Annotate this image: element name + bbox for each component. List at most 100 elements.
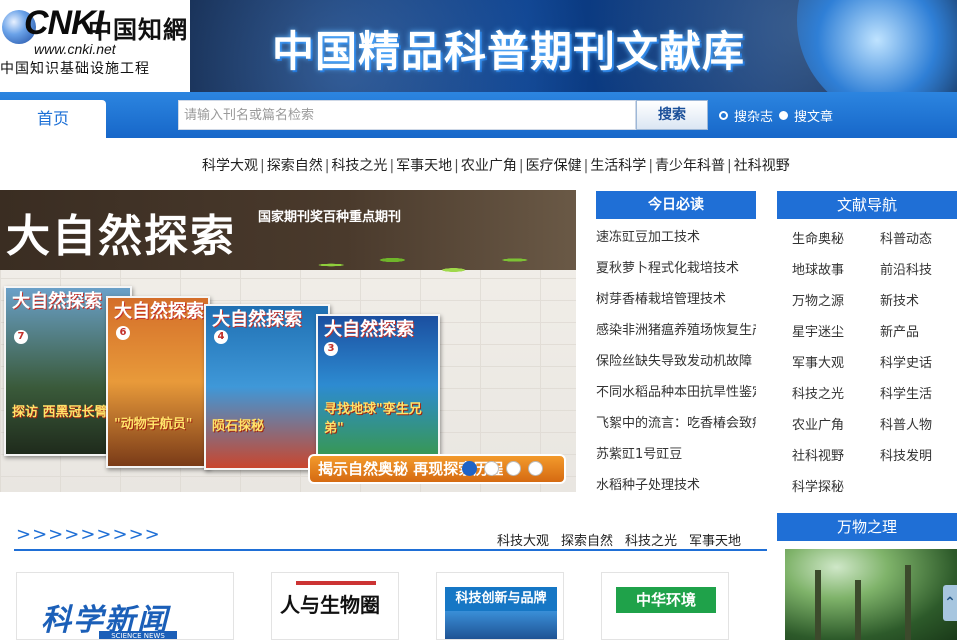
lit-nav-item[interactable]: 科学生活 [880, 383, 957, 402]
today-item[interactable]: 飞絮中的流言：吃香椿会致癌 [596, 412, 756, 443]
carousel-dot[interactable] [462, 461, 477, 476]
lit-nav-item[interactable]: 新产品 [880, 321, 957, 340]
issue-number: 7 [14, 330, 28, 344]
category-link[interactable]: 探索自然 [267, 158, 323, 174]
thumbnail-image [445, 611, 557, 639]
magazine-tagline: 陨石探秘 [212, 419, 265, 434]
carousel-dots [462, 461, 543, 476]
category-links: 科学大观 | 探索自然 | 科技之光 | 军事天地 | 农业广角 | 医疗保健 | 生活科学 | 青少年科普… [202, 155, 957, 175]
lit-nav-item[interactable]: 科普人物 [880, 414, 957, 433]
lit-nav-item[interactable]: 地球故事 [792, 259, 880, 278]
thumbnail-title: 人与生物圈 [280, 593, 380, 617]
hero-subtitle: 国家期刊奖百种重点期刊 [258, 210, 402, 225]
search-button[interactable]: 搜索 [636, 100, 708, 130]
search-input[interactable] [179, 101, 635, 129]
lit-nav-item[interactable]: 军事大观 [792, 352, 880, 371]
today-item[interactable]: 不同水稻品种本田抗旱性鉴定 [596, 381, 756, 412]
separator: | [727, 158, 732, 174]
magazine-cover[interactable]: 大自然探索 6 "动物宇航员" [106, 296, 210, 468]
today-item[interactable]: 夏秋萝卜程式化栽培技术 [596, 257, 756, 288]
today-heading: 今日必读 [596, 191, 756, 219]
wanwu-heading: 万物之理 [777, 513, 957, 541]
lit-nav-item[interactable]: 科技之光 [792, 383, 880, 402]
logo-area[interactable]: CNKI 中国知網 www.cnki.net 中国知识基础设施工程 [0, 0, 190, 92]
bottom-tab[interactable]: 科技之光 [625, 530, 677, 549]
leaves-decoration [270, 240, 576, 290]
category-link[interactable]: 军事天地 [396, 158, 452, 174]
bottom-tabs: 科技大观 探索自然 科技之光 军事天地 [497, 530, 741, 549]
forest-image[interactable] [785, 549, 957, 640]
category-link[interactable]: 医疗保健 [526, 158, 582, 174]
category-link[interactable]: 科学大观 [202, 158, 258, 174]
hero-title: 大自然探索 [6, 211, 236, 262]
magazine-thumbnail[interactable]: 科学新闻 SCIENCE NEWS [16, 572, 234, 640]
magazine-tagline: 探访 西黑冠长臂猿 [12, 405, 121, 420]
radio-search-articles[interactable]: 搜文章 [779, 106, 833, 125]
hero-carousel[interactable]: 大自然探索 国家期刊奖百种重点期刊 大自然探索 7 探访 西黑冠长臂猿 大自然探… [0, 190, 576, 492]
lit-nav-item[interactable]: 农业广角 [792, 414, 880, 433]
today-item[interactable]: 速冻豇豆加工技术 [596, 226, 756, 257]
logo-chinese: 中国知網 [88, 15, 188, 44]
tree-trunk [815, 570, 821, 640]
separator: | [454, 158, 459, 174]
thumbnail-title: 科技创新与品牌 [445, 587, 557, 611]
bottom-tab[interactable]: 科技大观 [497, 530, 549, 549]
lit-nav-item[interactable]: 科技发明 [880, 445, 957, 464]
magazine-cover[interactable]: 大自然探索 4 陨石探秘 [204, 304, 330, 470]
carousel-dot[interactable] [484, 461, 499, 476]
carousel-dot[interactable] [506, 461, 521, 476]
separator: | [583, 158, 589, 174]
lit-nav-item[interactable]: 新技术 [880, 290, 957, 309]
lit-nav-item[interactable]: 科普动态 [880, 228, 957, 247]
lit-nav-item[interactable]: 万物之源 [792, 290, 880, 309]
issue-number: 3 [324, 342, 338, 356]
category-link[interactable]: 农业广角 [461, 158, 517, 174]
today-item[interactable]: 苏紫豇1号豇豆 [596, 443, 756, 474]
page: CNKI 中国知網 www.cnki.net 中国知识基础设施工程 中国精品科普… [0, 0, 957, 640]
separator: | [518, 158, 524, 174]
magazine-cover[interactable]: 大自然探索 3 寻找地球"孪生兄弟" [316, 314, 440, 472]
issue-number: 4 [214, 330, 228, 344]
category-link[interactable]: 生活科学 [590, 158, 646, 174]
today-item[interactable]: 保险丝缺失导致发动机故障 [596, 350, 756, 381]
lit-nav-item[interactable]: 生命奥秘 [792, 228, 880, 247]
issue-number: 6 [116, 326, 130, 340]
today-list: 速冻豇豆加工技术 夏秋萝卜程式化栽培技术 树芽香椿栽培管理技术 感染非洲猪瘟养殖… [596, 226, 756, 505]
magazine-name: 大自然探索 [324, 319, 414, 340]
radio-search-magazines[interactable]: 搜杂志 [719, 106, 773, 125]
header-banner: CNKI 中国知網 www.cnki.net 中国知识基础设施工程 中国精品科普… [0, 0, 957, 92]
today-item[interactable]: 感染非洲猪瘟养殖场恢复生产 [596, 319, 756, 350]
magazine-thumbnail[interactable]: 人与生物圈 [271, 572, 399, 640]
today-item[interactable]: 水稻种子处理技术 [596, 474, 756, 505]
magazine-name: 大自然探索 [114, 301, 204, 322]
magazine-tagline: "动物宇航员" [114, 417, 193, 432]
carousel-dot[interactable] [528, 461, 543, 476]
magazine-thumbnail[interactable]: 科技创新与品牌 [436, 572, 564, 640]
category-link[interactable]: 社科视野 [734, 158, 790, 174]
magazine-thumbnail[interactable]: 中华环境 [601, 572, 729, 640]
separator: | [260, 158, 265, 174]
thumbnail-subtitle: SCIENCE NEWS [99, 631, 177, 639]
bottom-tab[interactable]: 军事天地 [689, 530, 741, 549]
today-item[interactable]: 树芽香椿栽培管理技术 [596, 288, 756, 319]
lit-nav-item[interactable]: 星宇迷尘 [792, 321, 880, 340]
lit-nav-item[interactable]: 社科视野 [792, 445, 880, 464]
thumbnail-title: 中华环境 [616, 587, 716, 613]
category-link[interactable]: 科技之光 [331, 158, 387, 174]
search-box [178, 100, 636, 130]
radio-circle-icon [779, 111, 788, 120]
bottom-tab[interactable]: 探索自然 [561, 530, 613, 549]
scroll-top-button[interactable]: ⌃ [943, 585, 957, 621]
lit-nav-item[interactable]: 科学史话 [880, 352, 957, 371]
tree-trunk [855, 580, 861, 640]
category-link[interactable]: 青少年科普 [655, 158, 725, 174]
tree-trunk [905, 565, 911, 640]
nav-bar: 首页 搜索 搜杂志 搜文章 [0, 92, 957, 138]
home-tab[interactable]: 首页 [0, 100, 106, 138]
lit-nav-item[interactable]: 科学探秘 [792, 476, 880, 495]
radio-label: 搜杂志 [734, 110, 774, 125]
section-divider [14, 549, 767, 551]
more-arrows[interactable]: >>>>>>>>> [16, 524, 161, 545]
magazine-name: 大自然探索 [212, 309, 302, 330]
lit-nav-item[interactable]: 前沿科技 [880, 259, 957, 278]
